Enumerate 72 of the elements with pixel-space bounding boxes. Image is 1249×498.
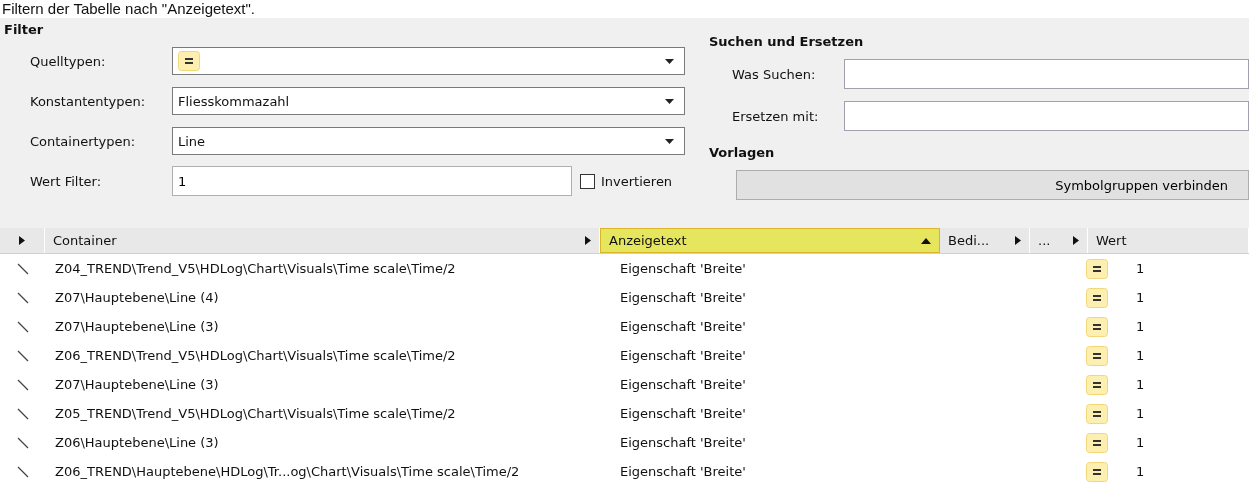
- table-cell-text: Eigenschaft 'Breite': [619, 290, 747, 305]
- table-cell-text: Z07\Hauptebene\Line (3): [54, 377, 220, 392]
- line-icon: [16, 349, 29, 362]
- table-cell-text: Eigenschaft 'Breite': [619, 319, 747, 334]
- line-icon: [16, 436, 29, 449]
- table-cell-text: Z06\Hauptebene\Line (3): [54, 435, 220, 450]
- column-header[interactable]: Bedi...: [940, 228, 1030, 253]
- table-cell-text: 1: [1135, 290, 1146, 305]
- table-cell-text: Eigenschaft 'Breite': [619, 406, 747, 421]
- section-title: Filter: [4, 22, 45, 37]
- caret-icon: [665, 98, 674, 104]
- line-icon: [16, 407, 29, 420]
- line-icon: [16, 291, 29, 304]
- section-title: Vorlagen: [709, 145, 776, 160]
- column-header[interactable]: Wert: [1088, 228, 1249, 253]
- line-icon: [16, 320, 29, 333]
- table-cell-text: Z06_TREND\Hauptebene\HDLog\Tr...og\Chart\Visuals\Time scale\Time/2: [54, 464, 521, 479]
- table-cell-text: 1: [1135, 406, 1146, 421]
- input-field[interactable]: [844, 101, 1249, 131]
- equals-icon: [1086, 374, 1108, 395]
- expand-arrow-icon[interactable]: [19, 236, 25, 245]
- equals-icon: [1086, 403, 1108, 424]
- caret-icon: [665, 58, 674, 64]
- equals-icon: [1086, 258, 1108, 279]
- table-cell-text: Z04_TREND\Trend_V5\HDLog\Chart\Visuals\Time scale\Time/2: [54, 261, 457, 276]
- expand-arrow-icon[interactable]: [1073, 236, 1079, 245]
- checkbox[interactable]: [580, 173, 595, 189]
- field-label: Containertypen:: [29, 133, 137, 149]
- expand-arrow-icon[interactable]: [1015, 236, 1021, 245]
- equals-icon: [1086, 287, 1108, 308]
- caption: Filtern der Tabelle nach "Anzeigetext".: [1, 0, 256, 18]
- input-field[interactable]: [844, 59, 1249, 89]
- line-icon: [16, 465, 29, 478]
- field-label: Konstantentypen:: [29, 93, 147, 109]
- column-header[interactable]: Anzeigetext: [600, 228, 940, 253]
- dropdown[interactable]: Line: [172, 127, 685, 155]
- table-cell-text: 1: [1135, 377, 1146, 392]
- table-cell-text: Eigenschaft 'Breite': [619, 464, 747, 479]
- input-field[interactable]: 1: [172, 166, 572, 196]
- field-label: Quelltypen:: [29, 53, 107, 69]
- table-cell-text: Z07\Hauptebene\Line (4): [54, 290, 220, 305]
- field-label: Wert Filter:: [29, 173, 102, 189]
- table-cell-text: 1: [1135, 464, 1146, 479]
- table-cell-text: Z07\Hauptebene\Line (3): [54, 319, 220, 334]
- line-icon: [16, 262, 29, 275]
- table-cell-text: 1: [1135, 261, 1146, 276]
- table-cell-text: Eigenschaft 'Breite': [619, 348, 747, 363]
- dropdown[interactable]: [172, 47, 685, 75]
- sort-ascending-icon[interactable]: [921, 237, 931, 244]
- table-cell-text: Eigenschaft 'Breite': [619, 435, 747, 450]
- table-cell-text: Z06_TREND\Trend_V5\HDLog\Chart\Visuals\Time scale\Time/2: [54, 348, 457, 363]
- expand-arrow-icon[interactable]: [585, 236, 591, 245]
- equals-icon: [1086, 461, 1108, 482]
- table-cell-text: 1: [1135, 319, 1146, 334]
- section-title: Suchen und Ersetzen: [709, 34, 865, 49]
- checkbox-label: Invertieren: [601, 173, 673, 189]
- table-cell-text: 1: [1135, 435, 1146, 450]
- table-cell-text: Eigenschaft 'Breite': [619, 377, 747, 392]
- dropdown[interactable]: Fliesskommazahl: [172, 87, 685, 115]
- equals-icon: [1086, 345, 1108, 366]
- table-cell-text: 1: [1135, 348, 1146, 363]
- merge-button[interactable]: Symbolgruppen verbinden: [736, 170, 1249, 200]
- table-cell-text: Z05_TREND\Trend_V5\HDLog\Chart\Visuals\Time scale\Time/2: [54, 406, 457, 421]
- equals-icon: [178, 51, 200, 71]
- caret-icon: [665, 138, 674, 144]
- field-label: Ersetzen mit:: [731, 108, 820, 124]
- line-icon: [16, 378, 29, 391]
- equals-icon: [1086, 316, 1108, 337]
- equals-icon: [1086, 432, 1108, 453]
- table-cell-text: Eigenschaft 'Breite': [619, 261, 747, 276]
- column-header[interactable]: ...: [1030, 228, 1088, 253]
- field-label: Was Suchen:: [731, 66, 817, 82]
